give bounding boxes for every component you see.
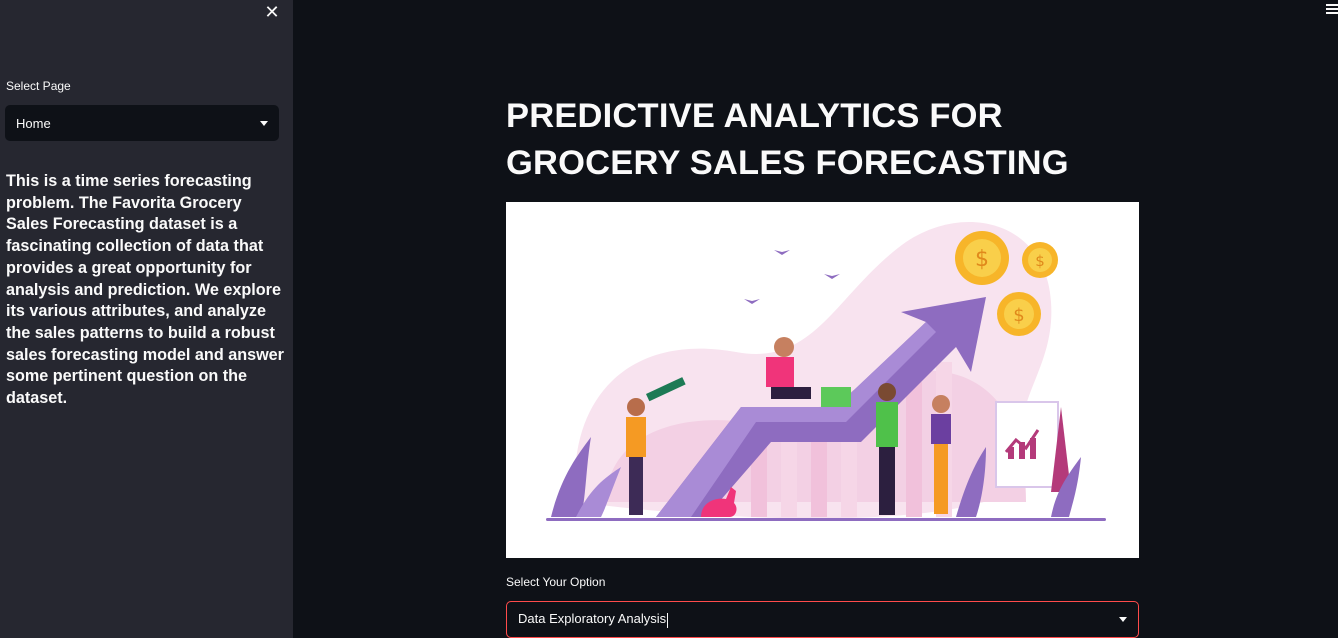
svg-text:$: $ <box>975 247 989 272</box>
sidebar-description: This is a time series forecasting proble… <box>6 172 284 408</box>
select-option-label: Select Your Option <box>506 575 606 589</box>
svg-text:$: $ <box>1013 305 1024 326</box>
svg-text:$: $ <box>1035 252 1045 270</box>
chevron-down-icon <box>1119 617 1127 622</box>
select-page-dropdown[interactable]: Home <box>5 105 279 141</box>
sidebar: ✕ Select Page Home This is a time series… <box>0 0 293 638</box>
select-page-value: Home <box>16 115 51 131</box>
select-page-label: Select Page <box>6 79 71 93</box>
growth-chart-illustration: $ $ $ <box>546 222 1106 521</box>
hamburger-menu-icon[interactable] <box>1326 4 1338 14</box>
select-option-value: Data Exploratory Analysis <box>518 611 667 627</box>
select-option-dropdown[interactable]: Data Exploratory Analysis <box>506 601 1139 638</box>
hero-illustration: $ $ $ <box>506 202 1139 558</box>
page-title: PREDICTIVE ANALYTICS FOR GROCERY SALES F… <box>506 97 1069 182</box>
chevron-down-icon <box>260 120 268 126</box>
close-icon[interactable]: ✕ <box>262 2 282 22</box>
